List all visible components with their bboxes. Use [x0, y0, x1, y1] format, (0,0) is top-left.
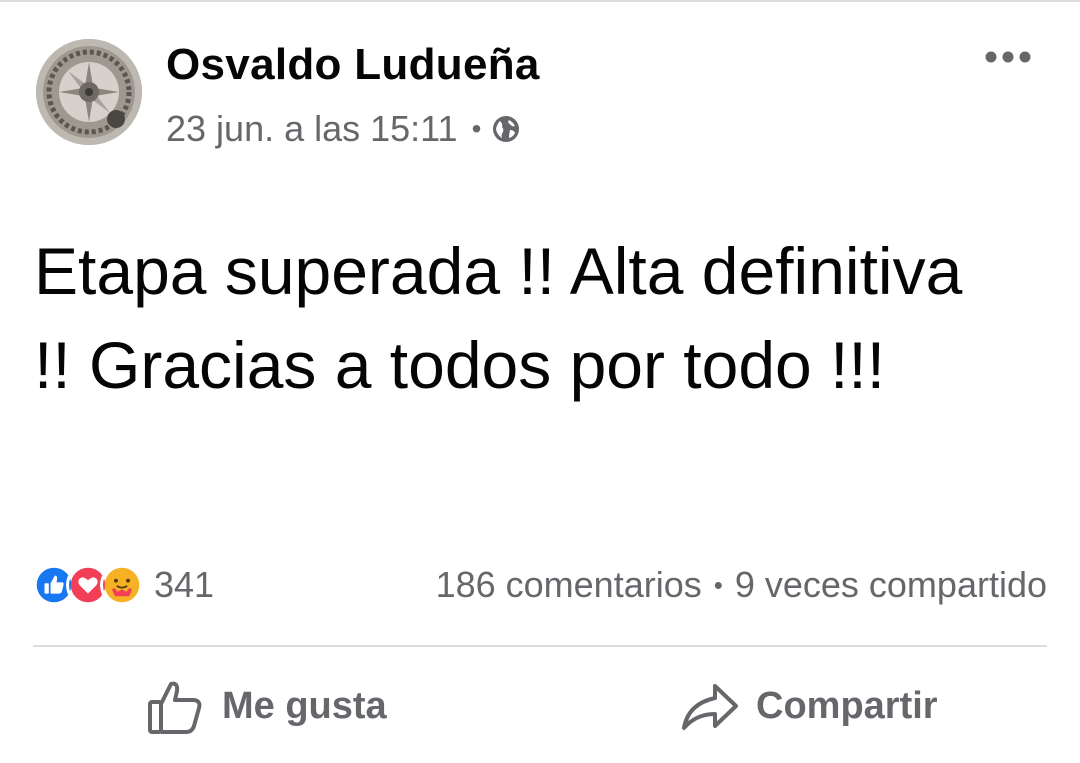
- stats-separator: •: [713, 569, 723, 600]
- share-arrow-icon: [682, 684, 738, 730]
- avatar-image: [36, 39, 142, 145]
- more-horizontal-icon: [985, 51, 1031, 63]
- globe-icon: [493, 116, 520, 142]
- care-reaction-icon: [100, 563, 144, 607]
- share-button-label: Compartir: [756, 684, 938, 727]
- more-options-button[interactable]: [976, 36, 1040, 78]
- top-divider: [0, 0, 1080, 2]
- engagement-stats: 186 comentarios • 9 veces compartido: [436, 561, 1047, 609]
- like-button[interactable]: Me gusta: [146, 676, 387, 736]
- meta-separator: •: [471, 113, 482, 144]
- like-button-label: Me gusta: [222, 684, 387, 727]
- reaction-count: 341: [154, 564, 215, 605]
- comments-count[interactable]: 186 comentarios: [436, 564, 702, 606]
- reactions-summary[interactable]: 341: [32, 561, 214, 609]
- thumbs-up-icon: [148, 681, 202, 734]
- avatar[interactable]: [36, 39, 142, 145]
- actions-divider: [33, 645, 1047, 647]
- shares-count[interactable]: 9 veces compartido: [735, 564, 1047, 606]
- post-meta: 23 jun. a las 15:11 •: [166, 107, 521, 151]
- post-text: Etapa superada !! Alta definitiva !! Gra…: [34, 234, 963, 402]
- post-timestamp[interactable]: 23 jun. a las 15:11: [166, 108, 458, 150]
- share-button[interactable]: Compartir: [680, 676, 938, 736]
- author-name[interactable]: Osvaldo Ludueña: [166, 40, 540, 90]
